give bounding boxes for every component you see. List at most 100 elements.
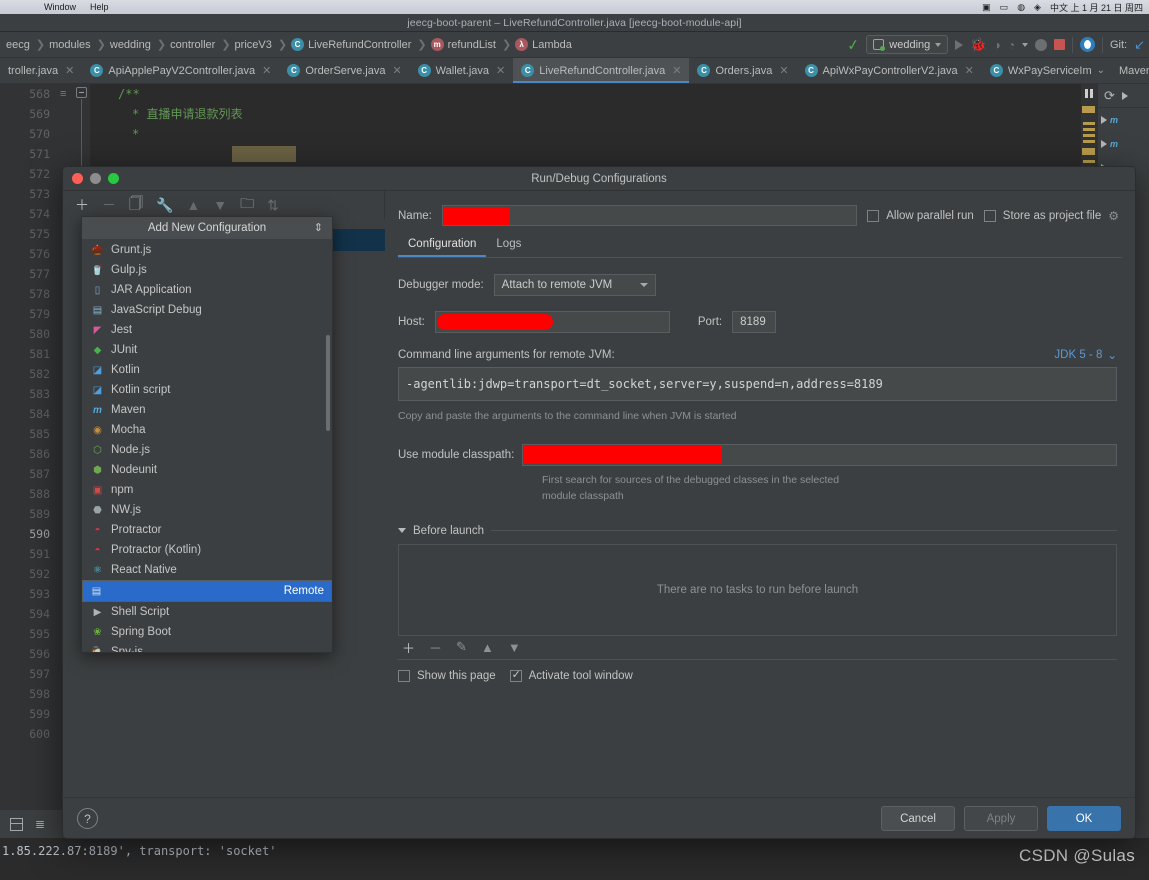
popup-item-maven[interactable]: m Maven <box>82 400 332 420</box>
close-icon[interactable]: ✕ <box>672 64 681 77</box>
allow-parallel-run-checkbox[interactable]: Allow parallel run <box>867 209 974 222</box>
popup-item-gulp-js[interactable]: 🥤 Gulp.js <box>82 260 332 280</box>
popup-item-jar-application[interactable]: ▯ JAR Application <box>82 280 332 300</box>
popup-item-jest[interactable]: ◤ Jest <box>82 320 332 340</box>
close-icon[interactable]: ✕ <box>65 64 74 77</box>
chevron-down-icon[interactable] <box>398 528 406 533</box>
popup-item-spring-boot[interactable]: ❀ Spring Boot <box>82 622 332 642</box>
popup-item-nodeunit[interactable]: ⬢ Nodeunit <box>82 460 332 480</box>
port-input[interactable]: 8189 <box>732 311 777 333</box>
move-up-icon[interactable]: ▲ <box>481 640 494 655</box>
remove-icon[interactable]: － <box>102 195 116 215</box>
expand-collapse-icon[interactable]: ⇕ <box>314 222 323 234</box>
breadcrumb-item-method[interactable]: m refundList <box>427 38 502 51</box>
before-launch-task-list[interactable]: There are no tasks to run before launch <box>398 543 1117 636</box>
git-update-icon[interactable]: ↙ <box>1134 37 1145 53</box>
gear-icon[interactable]: ⚙ <box>1108 209 1119 223</box>
chevron-down-icon[interactable] <box>1021 42 1028 47</box>
idea-search-icon[interactable] <box>1079 37 1095 52</box>
editor-tab[interactable]: C Orders.java ✕ <box>689 58 796 83</box>
breadcrumb-item-eecg[interactable]: eecg <box>2 39 36 51</box>
module-classpath-select[interactable] <box>522 444 1117 466</box>
popup-item-javascript-debug[interactable]: ▤ JavaScript Debug <box>82 300 332 320</box>
before-launch-header[interactable]: Before launch <box>398 525 1117 537</box>
battery-icon[interactable]: ▭ <box>1000 2 1009 13</box>
breadcrumb-item-class[interactable]: C LiveRefundController <box>287 38 417 51</box>
popup-item-junit[interactable]: ◆ JUnit <box>82 340 332 360</box>
close-icon[interactable]: ✕ <box>392 64 401 77</box>
popup-item-remote[interactable]: ▤ Remote <box>82 580 332 602</box>
move-down-icon[interactable]: ▼ <box>508 640 521 655</box>
popup-item-kotlin-script[interactable]: ◪ Kotlin script <box>82 380 332 400</box>
add-icon[interactable]: ＋ <box>402 638 415 657</box>
editor-tab[interactable]: C ApiWxPayControllerV2.java ✕ <box>797 58 982 83</box>
editor-tab[interactable]: C ApiApplePayV2Controller.java ✕ <box>82 58 279 83</box>
sort-icon[interactable]: ⇅ <box>267 197 279 214</box>
help-button[interactable]: ? <box>77 808 98 829</box>
editor-tab[interactable]: troller.java ✕ <box>0 58 82 83</box>
checkbox-box[interactable] <box>398 669 410 682</box>
menu-item-window[interactable]: Window <box>44 2 76 12</box>
editor-tab[interactable]: C Wallet.java ✕ <box>410 58 514 83</box>
edit-templates-icon[interactable]: 🔧 <box>156 197 173 214</box>
editor-tab[interactable]: C OrderServe.java ✕ <box>279 58 409 83</box>
run-icon[interactable] <box>955 39 964 50</box>
args-input[interactable]: -agentlib:jdwp=transport=dt_socket,serve… <box>398 367 1117 401</box>
tab-logs[interactable]: Logs <box>486 238 531 257</box>
maven-project-row[interactable]: m <box>1098 132 1149 156</box>
volume-icon[interactable]: ◈ <box>1034 2 1041 13</box>
checkbox-box[interactable] <box>983 209 996 222</box>
jdk-version-selector[interactable]: JDK 5 - 8 ⌄ <box>1054 348 1117 362</box>
run-with-coverage-icon[interactable]: ◑ <box>993 38 1000 52</box>
close-icon[interactable]: ✕ <box>496 64 505 77</box>
database-icon[interactable] <box>10 817 23 831</box>
profile-icon[interactable]: ◔ <box>1008 38 1015 52</box>
add-icon[interactable]: ＋ <box>75 195 89 215</box>
move-down-icon[interactable]: ▼ <box>213 197 227 213</box>
popup-item-nodejs[interactable]: ⬡ Node.js <box>82 440 332 460</box>
expand-icon[interactable] <box>1101 140 1107 148</box>
stop-icon[interactable] <box>1053 39 1065 50</box>
fold-collapse-icon[interactable] <box>76 87 87 98</box>
wifi-icon[interactable]: ◍ <box>1017 2 1025 13</box>
close-icon[interactable]: ✕ <box>262 64 271 77</box>
menu-item-help[interactable]: Help <box>90 2 109 12</box>
chevron-down-icon[interactable]: ⌄ <box>1097 65 1105 76</box>
store-as-project-file-checkbox[interactable]: Store as project file ⚙ <box>983 209 1119 223</box>
breadcrumb-item-controller[interactable]: controller <box>166 39 221 51</box>
maven-project-row[interactable]: m <box>1098 108 1149 132</box>
popup-item-react-native[interactable]: ⚛ React Native <box>82 560 332 580</box>
checkbox-box[interactable] <box>867 209 880 222</box>
run-configuration-selector[interactable]: wedding <box>866 35 949 54</box>
configurations-tree[interactable]: Add New Configuration ⇕ 🌰 Grunt.js 🥤 Gulp.… <box>75 216 385 797</box>
checkbox-box[interactable] <box>509 668 522 682</box>
popup-item-protractor[interactable]: ◓ Protractor <box>82 520 332 540</box>
checkmark-green-icon[interactable]: ✓ <box>846 35 861 55</box>
popup-item-nwjs[interactable]: ⬣ NW.js <box>82 500 332 520</box>
editor-tab[interactable]: C WxPayServiceIm ⌄ <box>982 58 1113 83</box>
tab-configuration[interactable]: Configuration <box>398 238 487 257</box>
popup-item-mocha[interactable]: ◉ Mocha <box>82 420 332 440</box>
ok-button[interactable]: OK <box>1047 806 1121 831</box>
debug-icon[interactable]: 🐞 <box>970 37 986 53</box>
display-icon[interactable]: ▣ <box>982 2 991 13</box>
host-input[interactable] <box>434 311 670 333</box>
popup-item-list[interactable]: 🌰 Grunt.js 🥤 Gulp.js ▯ JAR Application ▤ Jav… <box>82 239 332 652</box>
collapse-all-icon[interactable] <box>1121 91 1128 100</box>
expand-icon[interactable] <box>1101 116 1107 124</box>
remove-icon[interactable]: － <box>429 638 442 657</box>
close-icon[interactable]: ✕ <box>779 64 788 77</box>
breadcrumb-item-lambda[interactable]: λ Lambda <box>511 38 578 51</box>
popup-item-shell-script[interactable]: ▶ Shell Script <box>82 602 332 622</box>
popup-item-npm[interactable]: ▣ npm <box>82 480 332 500</box>
apply-button[interactable]: Apply <box>964 806 1038 831</box>
tool-window-label-maven[interactable]: Maven <box>1113 58 1149 83</box>
popup-item-kotlin[interactable]: ◪ Kotlin <box>82 360 332 380</box>
editor-tab-active[interactable]: C LiveRefundController.java ✕ <box>513 58 690 83</box>
activate-tool-window-checkbox[interactable]: Activate tool window <box>509 668 633 682</box>
copy-icon[interactable]: 🗍 <box>129 193 143 217</box>
refresh-icon[interactable]: ⟳ <box>1104 88 1115 104</box>
move-up-icon[interactable]: ▲ <box>186 197 200 213</box>
name-input[interactable] <box>441 205 858 226</box>
popup-item-protractor-kotlin[interactable]: ◓ Protractor (Kotlin) <box>82 540 332 560</box>
